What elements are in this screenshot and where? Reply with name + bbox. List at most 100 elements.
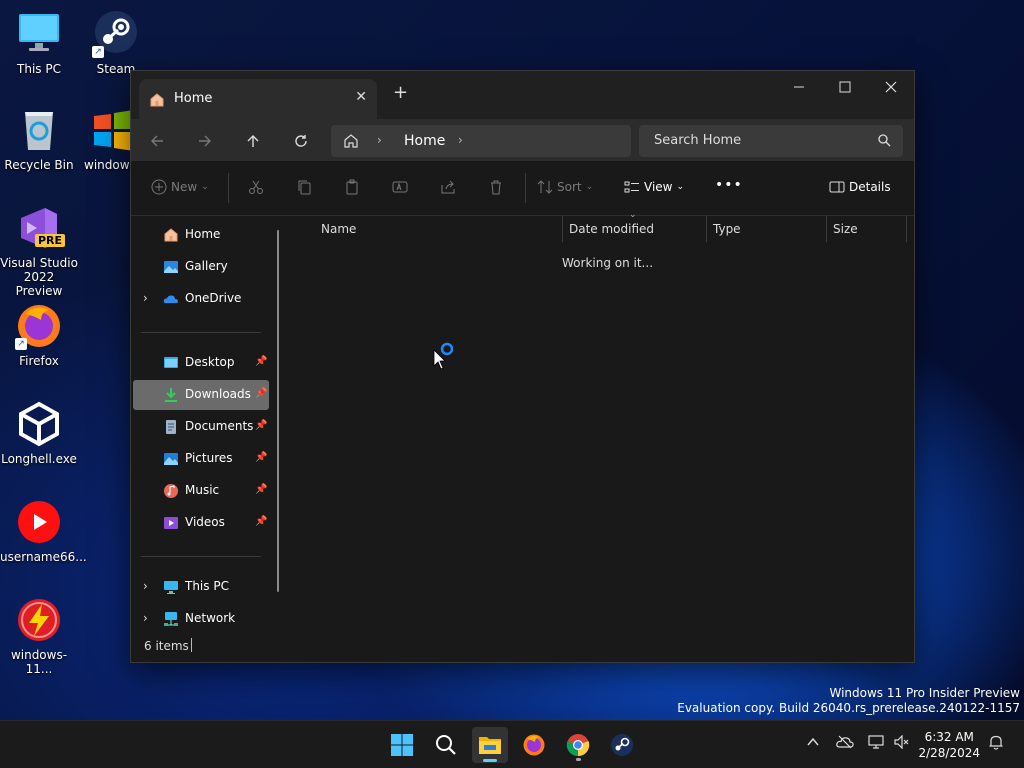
address-bar[interactable]: › Home › [331, 125, 631, 157]
clock-time: 6:32 AM [924, 730, 974, 744]
details-button[interactable]: Details [829, 179, 891, 195]
command-bar: New ⌄ Sort ⌄ View ⌄ ••• Details [131, 161, 914, 216]
folder-icon [479, 737, 501, 754]
delete-button[interactable] [488, 179, 504, 195]
close-tab-icon[interactable]: ✕ [355, 89, 367, 105]
onedrive-offline-icon[interactable] [836, 735, 854, 753]
sidebar-item-gallery[interactable]: Gallery [133, 252, 269, 282]
show-hidden-icons-button[interactable] [806, 735, 820, 753]
desktop-icon-this-pc[interactable]: This PC [0, 10, 78, 76]
column-header-name[interactable]: Name [321, 216, 356, 242]
chevron-right-icon[interactable]: › [143, 579, 148, 593]
desktop-icon-label: Firefox [19, 354, 59, 368]
taskbar-firefox[interactable] [516, 727, 552, 763]
clock[interactable]: 6:32 AM 2/28/2024 [918, 729, 980, 761]
sidebar-item-onedrive[interactable]: › OneDrive [133, 284, 269, 314]
sidebar-item-downloads[interactable]: Downloads 📌 [133, 380, 269, 410]
column-header-type[interactable]: Type [713, 216, 741, 242]
breadcrumb-chevron-icon[interactable]: › [458, 133, 463, 147]
chevron-right-icon[interactable]: › [143, 611, 148, 625]
gallery-icon [163, 259, 179, 275]
rename-button[interactable] [392, 179, 408, 195]
maximize-button[interactable] [822, 71, 868, 103]
taskbar-search-button[interactable] [428, 727, 464, 763]
desktop-icon-steam[interactable]: ↗ Steam [77, 10, 155, 76]
sidebar-item-label: Network [185, 611, 236, 625]
network-icon [163, 611, 179, 627]
shortcut-arrow-icon: ↗ [15, 338, 27, 350]
pin-icon[interactable]: 📌 [255, 420, 267, 431]
desktop-icon-label: Recycle Bin [4, 158, 74, 172]
pin-icon[interactable]: 📌 [255, 484, 267, 495]
network-status-icon[interactable] [868, 735, 886, 753]
column-divider[interactable] [562, 216, 563, 242]
breadcrumb-home[interactable]: Home [404, 133, 445, 149]
copy-button[interactable] [296, 179, 312, 195]
close-window-button[interactable] [868, 71, 914, 103]
back-arrow-icon[interactable] [144, 128, 170, 154]
desktop-icon-longhell[interactable]: Longhell.exe [0, 400, 78, 466]
minimize-button[interactable] [776, 71, 822, 103]
running-indicator [576, 758, 581, 761]
column-header-size[interactable]: Size [833, 216, 858, 242]
column-divider[interactable] [906, 216, 907, 242]
sidebar-item-label: Downloads [185, 387, 251, 401]
paste-button[interactable] [344, 179, 360, 195]
home-icon[interactable] [343, 133, 359, 152]
unity-icon [15, 400, 63, 448]
search-box[interactable]: Search Home [639, 125, 903, 157]
home-tab-icon [149, 92, 165, 111]
search-icon [878, 134, 891, 150]
active-indicator [483, 759, 497, 762]
view-button[interactable]: View ⌄ [624, 179, 684, 195]
desktop-folder-icon [163, 355, 179, 371]
column-header-date-modified[interactable]: Date modified [569, 216, 654, 242]
sidebar-item-this-pc[interactable]: › This PC [133, 572, 269, 602]
scissors-icon [249, 180, 263, 194]
notifications-bell-icon[interactable] [988, 734, 1004, 754]
chevron-right-icon[interactable]: › [143, 291, 148, 305]
watermark-build: Evaluation copy. Build 26040.rs_prerelea… [677, 701, 1020, 715]
desktop-icon-recycle-bin[interactable]: Recycle Bin [0, 106, 78, 172]
new-tab-button[interactable]: + [393, 84, 408, 102]
videos-folder-icon [163, 515, 179, 531]
up-arrow-icon[interactable] [240, 128, 266, 154]
pin-icon[interactable]: 📌 [255, 388, 267, 399]
navigation-bar: › Home › Search Home [131, 119, 914, 161]
search-placeholder: Search Home [654, 133, 742, 148]
cut-button[interactable] [248, 179, 264, 195]
desktop-icon-windows-11[interactable]: windows-11... [0, 596, 78, 676]
rename-icon [392, 181, 408, 193]
clipboard-icon [346, 179, 358, 195]
pin-icon[interactable]: 📌 [255, 516, 267, 527]
sidebar-item-videos[interactable]: Videos 📌 [133, 508, 269, 538]
taskbar-file-explorer[interactable] [472, 727, 508, 763]
firefox-icon [523, 734, 545, 756]
sidebar-item-home[interactable]: Home [133, 220, 269, 250]
refresh-icon[interactable] [288, 128, 314, 154]
sidebar-scrollbar[interactable] [277, 230, 279, 592]
new-button[interactable]: New ⌄ [151, 179, 209, 195]
taskbar-chrome[interactable] [560, 727, 596, 763]
forward-arrow-icon[interactable] [192, 128, 218, 154]
more-options-button[interactable]: ••• [715, 177, 743, 193]
sort-button[interactable]: Sort ⌄ [537, 179, 593, 195]
sidebar-item-pictures[interactable]: Pictures 📌 [133, 444, 269, 474]
desktop-icon-firefox[interactable]: ↗ Firefox [0, 302, 78, 368]
breadcrumb-chevron-icon[interactable]: › [377, 133, 382, 147]
desktop-icon-youtube[interactable]: username66... [0, 498, 87, 564]
taskbar-steam[interactable] [604, 727, 640, 763]
pin-icon[interactable]: 📌 [255, 356, 267, 367]
volume-muted-icon[interactable] [894, 734, 910, 753]
column-divider[interactable] [826, 216, 827, 242]
sidebar-item-label: Desktop [185, 355, 235, 369]
tab-home[interactable]: Home ✕ [139, 79, 377, 119]
desktop-icon-visual-studio[interactable]: PRE Visual Studio 2022 Preview [0, 204, 78, 298]
sidebar-item-music[interactable]: Music 📌 [133, 476, 269, 506]
sidebar-item-documents[interactable]: Documents 📌 [133, 412, 269, 442]
column-divider[interactable] [706, 216, 707, 242]
pin-icon[interactable]: 📌 [255, 452, 267, 463]
share-button[interactable] [440, 179, 456, 195]
sidebar-item-desktop[interactable]: Desktop 📌 [133, 348, 269, 378]
start-button[interactable] [384, 727, 420, 763]
